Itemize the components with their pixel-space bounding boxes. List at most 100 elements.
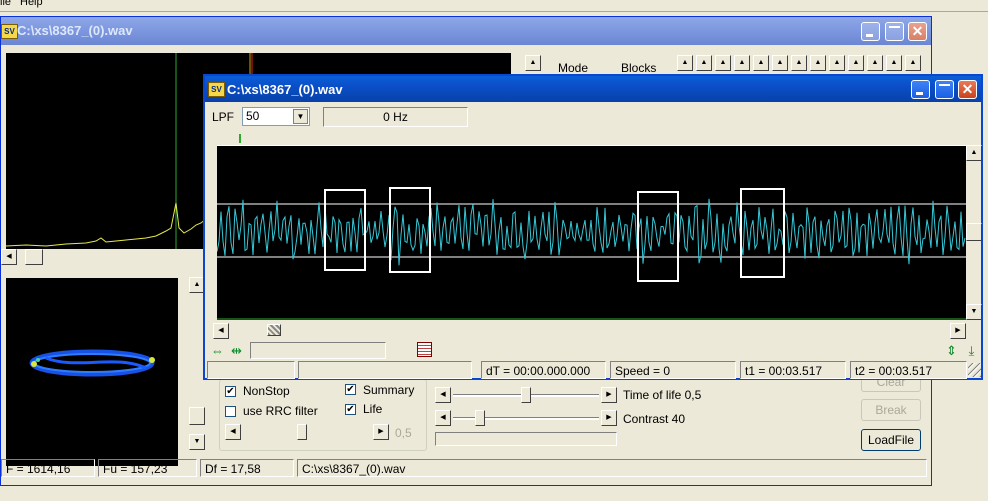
frequency-value: 0 Hz	[383, 110, 408, 124]
mode-label: Mode	[558, 61, 589, 75]
status-fu: Fu = 157,23	[98, 459, 197, 477]
marker-icon[interactable]	[417, 342, 432, 357]
status-filepath: C:\xs\8367_(0).wav	[297, 459, 927, 477]
position-box	[250, 342, 386, 359]
front-close-button[interactable]: ✕	[958, 80, 977, 99]
wave-scroll-up[interactable]: ▲	[966, 145, 982, 161]
block-button[interactable]: ▲	[829, 55, 845, 71]
menu-file[interactable]: ile	[0, 0, 11, 8]
back-window-titlebar[interactable]: SV C:\xs\8367_(0).wav ✕	[1, 17, 931, 45]
constellation-plot	[29, 349, 155, 377]
wave-scroll-right[interactable]: ▶	[950, 323, 966, 339]
time-of-life-left[interactable]: ◀	[435, 387, 451, 403]
resize-grip[interactable]	[968, 363, 981, 377]
summary-label: Summary	[363, 383, 415, 397]
block-button[interactable]: ▲	[791, 55, 807, 71]
marker-tick	[239, 134, 241, 143]
lpf-select[interactable]: 50 ▼	[242, 107, 310, 126]
spectrum-trace	[5, 202, 217, 247]
waveform-display[interactable]	[216, 145, 966, 320]
scroll-down-button[interactable]: ▼	[189, 434, 205, 450]
status-empty-2	[298, 361, 472, 379]
menu-help[interactable]: Help	[20, 0, 43, 8]
status-frequency: F = 1614,16	[1, 459, 95, 477]
life-label: Life	[363, 402, 383, 416]
time-of-life-thumb[interactable]	[521, 387, 531, 403]
wave-scroll-down[interactable]: ▼	[966, 304, 982, 320]
status-t2: t2 = 00:03.517	[850, 361, 967, 379]
front-maximize-button[interactable]	[935, 80, 954, 99]
minimize-button[interactable]	[861, 22, 880, 41]
block-button[interactable]: ▲	[734, 55, 750, 71]
block-button[interactable]: ▲	[753, 55, 769, 71]
rrc-label: use RRC filter	[243, 404, 318, 418]
front-window: SV C:\xs\8367_(0).wav ✕ LPF 50 ▼ 0 Hz ▲ …	[203, 74, 983, 380]
selection-box-3	[637, 191, 679, 282]
block-button[interactable]: ▲	[772, 55, 788, 71]
lpf-value: 50	[246, 109, 260, 123]
time-of-life-right[interactable]: ▶	[601, 387, 617, 403]
break-button[interactable]: Break	[861, 399, 921, 421]
spectrum-scrollbar[interactable]: ◀	[1, 249, 206, 265]
contrast-right[interactable]: ▶	[601, 410, 617, 426]
selection-box-1	[324, 189, 366, 271]
summary-checkbox[interactable]: ✔	[345, 384, 356, 395]
zoom-fit-icon[interactable]: ⇔	[209, 342, 226, 359]
rrc-checkbox[interactable]	[225, 406, 236, 417]
front-status-bar: dT = 00:00.000.000 Speed = 0 t1 = 00:03.…	[205, 361, 981, 379]
waveform-graph	[216, 145, 966, 320]
contrast-label: Contrast 40	[623, 412, 686, 426]
rrc-slider[interactable]: ◀ ▶	[225, 424, 389, 440]
wave-hscroll-thumb[interactable]	[267, 324, 281, 336]
chevron-down-icon[interactable]: ▼	[293, 109, 308, 124]
expand-vertical-icon[interactable]: ⇕	[943, 342, 960, 359]
life-checkbox[interactable]: ✔	[345, 404, 356, 415]
contrast-thumb[interactable]	[475, 410, 485, 426]
rrc-slider-right[interactable]: ▶	[373, 424, 389, 440]
block-button[interactable]: ▲	[848, 55, 864, 71]
block-button[interactable]: ▲	[905, 55, 921, 71]
loadfile-label: LoadFile	[867, 433, 915, 447]
contrast-left[interactable]: ◀	[435, 410, 451, 426]
contrast-slider[interactable]: ◀ ▶	[435, 410, 617, 426]
time-of-life-label: Time of life 0,5	[623, 388, 702, 402]
block-button[interactable]: ▲	[715, 55, 731, 71]
status-t1: t1 = 00:03.517	[740, 361, 846, 379]
wave-vscroll-thumb[interactable]	[966, 223, 982, 241]
lpf-label: LPF	[212, 110, 235, 124]
rrc-slider-thumb[interactable]	[297, 424, 307, 440]
blocks-label: Blocks	[621, 61, 657, 75]
zoom-in-icon[interactable]: ⇹	[228, 342, 245, 359]
menu-bar: ile Help	[0, 0, 988, 12]
status-dt: dT = 00:00.000.000	[481, 361, 606, 379]
constellation-display[interactable]	[6, 278, 178, 466]
block-button[interactable]: ▲	[810, 55, 826, 71]
waveform-trace	[216, 198, 966, 266]
scroll-thumb[interactable]	[25, 249, 43, 265]
block-button[interactable]: ▲	[867, 55, 883, 71]
back-status-bar: F = 1614,16 Fu = 157,23 Df = 17,58 C:\xs…	[1, 459, 931, 477]
block-button[interactable]: ▲	[886, 55, 902, 71]
status-empty-1	[207, 361, 295, 379]
vscroll-thumb[interactable]	[189, 407, 205, 425]
app-icon-front: SV	[208, 82, 225, 97]
wave-scroll-left[interactable]: ◀	[213, 323, 229, 339]
front-minimize-button[interactable]	[911, 80, 930, 99]
close-button[interactable]: ✕	[908, 22, 927, 41]
rrc-slider-left[interactable]: ◀	[225, 424, 241, 440]
block-button[interactable]: ▲	[696, 55, 712, 71]
frequency-readout: 0 Hz	[323, 107, 468, 127]
maximize-button[interactable]	[885, 22, 904, 41]
fit-vertical-icon[interactable]: ⤓	[963, 342, 980, 359]
front-window-title: C:\xs\8367_(0).wav	[227, 82, 343, 97]
block-button[interactable]: ▲	[677, 55, 693, 71]
scroll-left-button[interactable]: ◀	[1, 249, 17, 265]
front-window-titlebar[interactable]: SV C:\xs\8367_(0).wav ✕	[205, 76, 981, 102]
status-df: Df = 17,58	[200, 459, 294, 477]
nonstop-label: NonStop	[243, 384, 290, 398]
back-window-title: C:\xs\8367_(0).wav	[17, 23, 133, 38]
mode-arrow-button[interactable]: ▲	[525, 55, 541, 71]
time-of-life-slider[interactable]: ◀ ▶	[435, 387, 617, 403]
loadfile-button[interactable]: LoadFile	[861, 429, 921, 451]
nonstop-checkbox[interactable]: ✔	[225, 386, 236, 397]
